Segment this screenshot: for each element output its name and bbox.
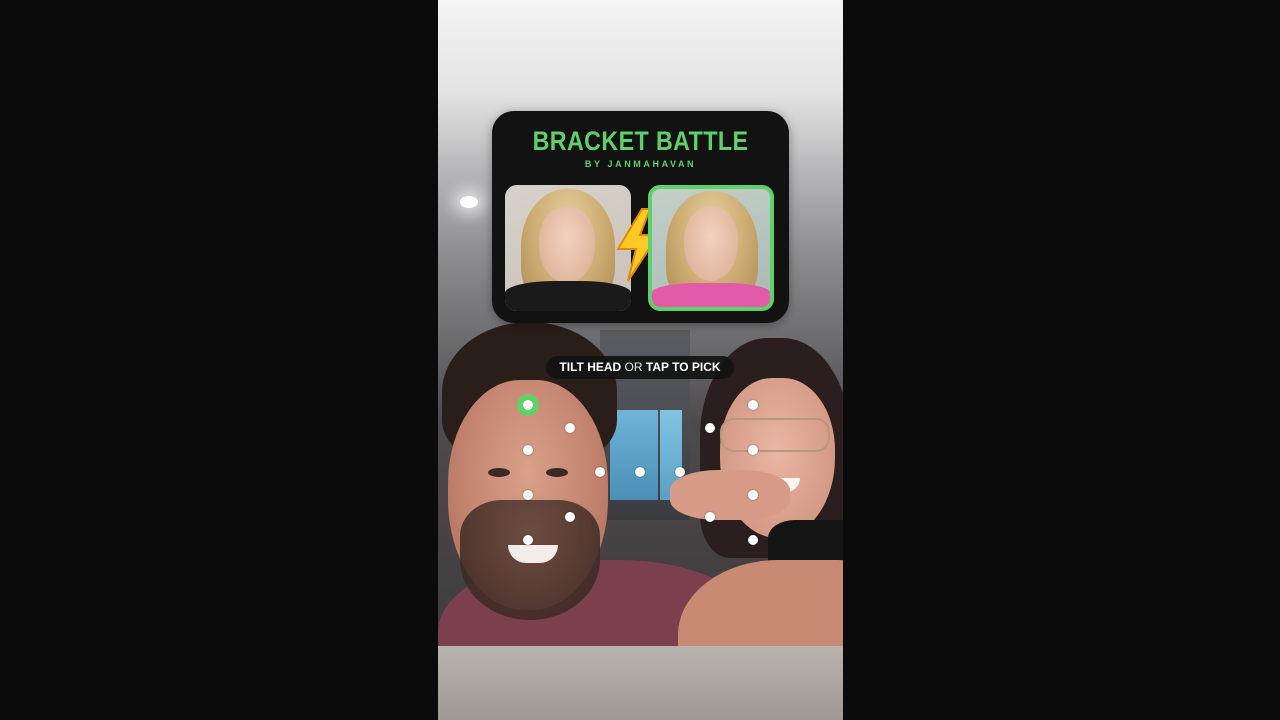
person-left-eye	[546, 468, 568, 477]
face	[539, 207, 595, 283]
instruction-pill: TILT HEAD OR TAP TO PICK	[546, 356, 734, 379]
tracking-dot	[635, 467, 645, 477]
countertop	[438, 646, 843, 720]
tracking-dot	[748, 535, 758, 545]
instruction-tap: TAP TO PICK	[645, 360, 721, 374]
tracking-dot	[748, 400, 758, 410]
card-title: BRACKET BATTLE	[532, 126, 749, 156]
person-left-eye	[488, 468, 510, 477]
suit	[505, 281, 631, 311]
camera-feed: BRACKET BATTLE BY JANMAHAVAN TILT HEAD O…	[438, 0, 843, 720]
tracking-dot	[748, 445, 758, 455]
tracking-dot	[565, 512, 575, 522]
bracket-card: BRACKET BATTLE BY JANMAHAVAN	[492, 111, 789, 323]
letterbox-left	[0, 0, 438, 720]
tracking-dot	[565, 423, 575, 433]
pink-top	[652, 283, 770, 307]
tracking-dot-active	[523, 400, 533, 410]
tracking-dot	[705, 512, 715, 522]
instruction-tilt: TILT HEAD	[559, 360, 622, 374]
letterbox-right	[843, 0, 1280, 720]
pick-right-photo-selected[interactable]	[648, 185, 774, 311]
instruction-or: OR	[624, 360, 643, 374]
person-right-hand	[670, 470, 790, 520]
person-right-glasses	[720, 418, 830, 452]
ceiling-light	[460, 196, 478, 208]
tracking-dot	[748, 490, 758, 500]
tracking-dot	[595, 467, 605, 477]
face	[684, 207, 738, 281]
tracking-dot	[523, 535, 533, 545]
card-subtitle: BY JANMAHAVAN	[584, 159, 697, 169]
tracking-dot	[675, 467, 685, 477]
tracking-dot	[705, 423, 715, 433]
tracking-dot	[523, 445, 533, 455]
background-window	[610, 410, 658, 500]
tracking-dot	[523, 490, 533, 500]
